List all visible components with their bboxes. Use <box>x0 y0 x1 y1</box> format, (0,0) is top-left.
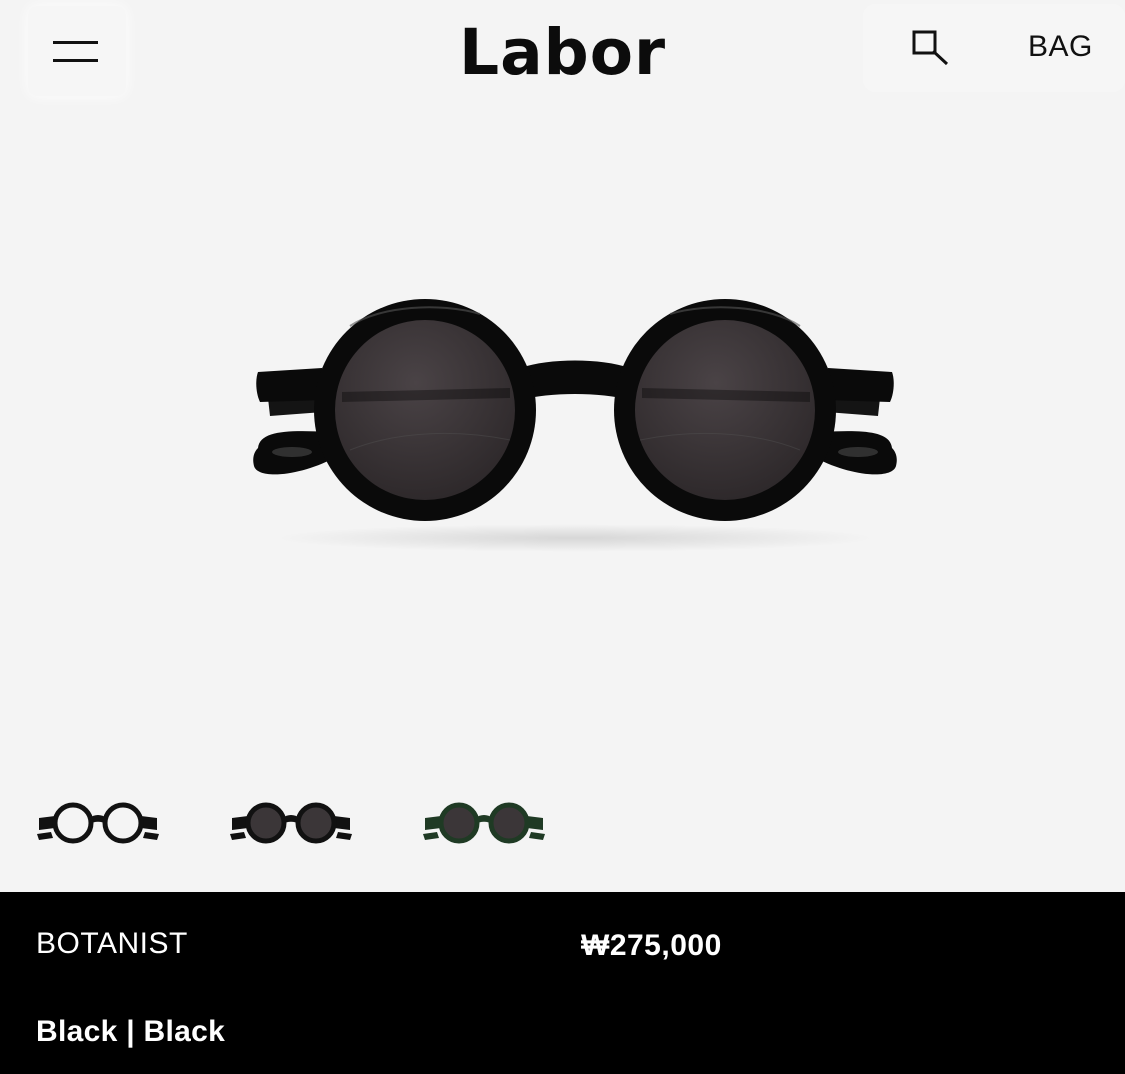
thumbnail-black-dark[interactable] <box>226 788 356 858</box>
search-button[interactable] <box>906 26 954 70</box>
sunglasses-thumbnail-icon <box>230 802 352 844</box>
sunglasses-image <box>253 299 897 552</box>
product-thumbnails <box>0 780 1125 870</box>
search-icon <box>912 30 949 66</box>
site-header: Labor BAG <box>0 0 1125 100</box>
product-main-image <box>230 280 920 560</box>
thumbnail-black-clear[interactable] <box>33 788 163 858</box>
thumbnail-green-dark[interactable] <box>419 788 549 858</box>
sunglasses-thumbnail-icon <box>423 802 545 844</box>
product-name: BOTANIST <box>36 927 188 960</box>
brand-logo-text: Labor <box>458 16 667 89</box>
bag-link[interactable]: BAG <box>1028 30 1093 64</box>
product-info-panel: BOTANIST ₩275,000 Black | Black <box>0 892 1125 1074</box>
sunglasses-thumbnail-icon <box>37 802 159 844</box>
product-price: ₩275,000 <box>581 929 722 962</box>
product-color: Black | Black <box>36 1015 226 1048</box>
product-page: Labor BAG BOTANIST ₩275,000 Black | Blac… <box>0 0 1125 1074</box>
